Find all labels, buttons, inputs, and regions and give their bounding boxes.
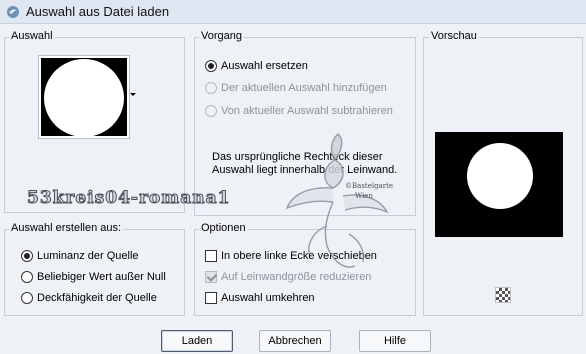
radio-replace-selection[interactable]: Auswahl ersetzen (205, 58, 308, 74)
checkbox-icon[interactable] (205, 250, 217, 262)
title-bar: Auswahl aus Datei laden (0, 0, 586, 24)
vorschau-group-label: Vorschau (429, 30, 479, 42)
watermark-logo-line1: ©Bastelgarten (345, 182, 393, 190)
transparency-checker-icon[interactable] (495, 287, 511, 303)
checkbox-label: Auswahl umkehren (221, 292, 315, 304)
help-button[interactable]: Hilfe (359, 330, 431, 352)
radio-source-opacity[interactable]: Deckfähigkeit der Quelle (21, 290, 157, 306)
radio-label: Der aktuellen Auswahl hinzufügen (221, 82, 387, 94)
radio-any-nonzero-value[interactable]: Beliebiger Wert außer Null (21, 269, 166, 285)
radio-icon[interactable] (21, 271, 33, 283)
app-icon (7, 6, 19, 18)
radio-icon[interactable] (21, 250, 33, 262)
options-group-label: Optionen (199, 222, 248, 234)
radio-icon (205, 105, 217, 117)
radio-label: Deckfähigkeit der Quelle (37, 292, 157, 304)
thumbnail-circle (44, 59, 124, 137)
create-from-group-label: Auswahl erstellen aus: (9, 222, 124, 234)
radio-label: Auswahl ersetzen (221, 60, 308, 72)
watermark-logo-line2: Wien (355, 192, 373, 200)
radio-subtract-from-selection: Von aktueller Auswahl subtrahieren (205, 103, 393, 119)
radio-add-to-selection: Der aktuellen Auswahl hinzufügen (205, 80, 387, 96)
vorgang-group-label: Vorgang (199, 30, 244, 42)
auswahl-group-label: Auswahl (9, 30, 55, 42)
preview-circle (467, 143, 533, 209)
thumbnail-dropdown-icon[interactable] (130, 93, 136, 96)
watermark-name: 53kreis04-romana1 (26, 188, 231, 209)
radio-icon[interactable] (205, 60, 217, 72)
radio-icon[interactable] (21, 292, 33, 304)
selection-thumbnail[interactable] (39, 56, 129, 138)
checkbox-icon (205, 271, 217, 283)
checkbox-icon[interactable] (205, 292, 217, 304)
radio-label: Luminanz der Quelle (37, 250, 139, 262)
load-button[interactable]: Laden (161, 330, 233, 352)
watermark-logo: ©Bastelgarten Wien (285, 133, 393, 268)
preview-canvas (435, 132, 563, 237)
radio-icon (205, 82, 217, 94)
cancel-button[interactable]: Abbrechen (259, 330, 331, 352)
window-title: Auswahl aus Datei laden (26, 4, 170, 19)
radio-label: Beliebiger Wert außer Null (37, 271, 166, 283)
checkbox-invert-selection[interactable]: Auswahl umkehren (205, 290, 315, 306)
radio-source-luminance[interactable]: Luminanz der Quelle (21, 248, 139, 264)
radio-label: Von aktueller Auswahl subtrahieren (221, 105, 393, 117)
